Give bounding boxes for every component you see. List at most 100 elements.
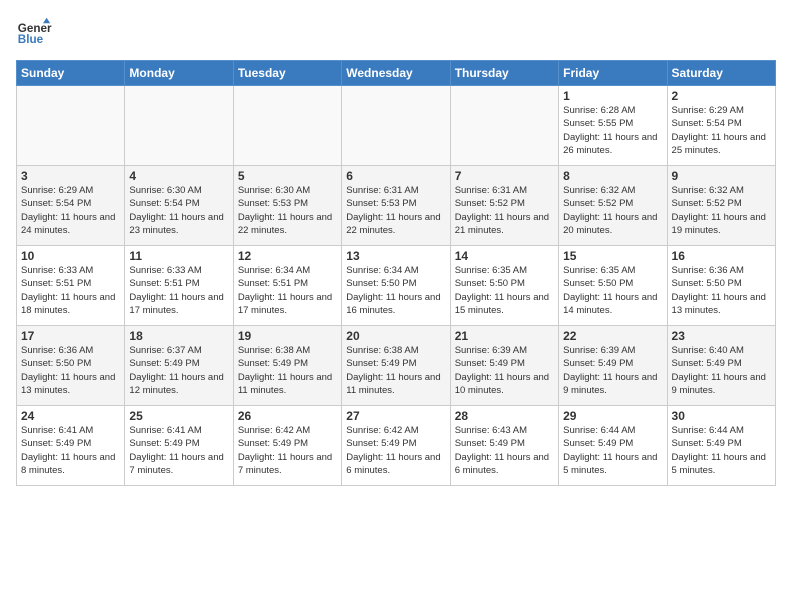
calendar-week: 1Sunrise: 6:28 AM Sunset: 5:55 PM Daylig… bbox=[17, 86, 776, 166]
weekday-header: Sunday bbox=[17, 61, 125, 86]
day-number: 4 bbox=[129, 169, 228, 183]
day-info: Sunrise: 6:42 AM Sunset: 5:49 PM Dayligh… bbox=[238, 424, 337, 477]
calendar-cell bbox=[342, 86, 450, 166]
calendar-cell: 21Sunrise: 6:39 AM Sunset: 5:49 PM Dayli… bbox=[450, 326, 558, 406]
day-info: Sunrise: 6:30 AM Sunset: 5:53 PM Dayligh… bbox=[238, 184, 337, 237]
day-number: 24 bbox=[21, 409, 120, 423]
day-info: Sunrise: 6:32 AM Sunset: 5:52 PM Dayligh… bbox=[672, 184, 771, 237]
day-number: 22 bbox=[563, 329, 662, 343]
day-info: Sunrise: 6:31 AM Sunset: 5:53 PM Dayligh… bbox=[346, 184, 445, 237]
calendar-cell: 30Sunrise: 6:44 AM Sunset: 5:49 PM Dayli… bbox=[667, 406, 775, 486]
day-info: Sunrise: 6:34 AM Sunset: 5:51 PM Dayligh… bbox=[238, 264, 337, 317]
calendar-cell: 27Sunrise: 6:42 AM Sunset: 5:49 PM Dayli… bbox=[342, 406, 450, 486]
day-number: 7 bbox=[455, 169, 554, 183]
day-info: Sunrise: 6:42 AM Sunset: 5:49 PM Dayligh… bbox=[346, 424, 445, 477]
day-number: 21 bbox=[455, 329, 554, 343]
day-info: Sunrise: 6:36 AM Sunset: 5:50 PM Dayligh… bbox=[672, 264, 771, 317]
day-info: Sunrise: 6:41 AM Sunset: 5:49 PM Dayligh… bbox=[21, 424, 120, 477]
calendar-cell: 1Sunrise: 6:28 AM Sunset: 5:55 PM Daylig… bbox=[559, 86, 667, 166]
svg-text:Blue: Blue bbox=[18, 33, 44, 46]
calendar-cell: 5Sunrise: 6:30 AM Sunset: 5:53 PM Daylig… bbox=[233, 166, 341, 246]
day-number: 17 bbox=[21, 329, 120, 343]
calendar-cell: 3Sunrise: 6:29 AM Sunset: 5:54 PM Daylig… bbox=[17, 166, 125, 246]
day-info: Sunrise: 6:29 AM Sunset: 5:54 PM Dayligh… bbox=[672, 104, 771, 157]
day-info: Sunrise: 6:39 AM Sunset: 5:49 PM Dayligh… bbox=[563, 344, 662, 397]
weekday-header: Thursday bbox=[450, 61, 558, 86]
day-number: 15 bbox=[563, 249, 662, 263]
weekday-header: Friday bbox=[559, 61, 667, 86]
day-number: 20 bbox=[346, 329, 445, 343]
day-number: 30 bbox=[672, 409, 771, 423]
calendar-cell bbox=[450, 86, 558, 166]
day-info: Sunrise: 6:40 AM Sunset: 5:49 PM Dayligh… bbox=[672, 344, 771, 397]
calendar-cell: 29Sunrise: 6:44 AM Sunset: 5:49 PM Dayli… bbox=[559, 406, 667, 486]
calendar-cell bbox=[125, 86, 233, 166]
day-number: 14 bbox=[455, 249, 554, 263]
day-info: Sunrise: 6:36 AM Sunset: 5:50 PM Dayligh… bbox=[21, 344, 120, 397]
weekday-header: Tuesday bbox=[233, 61, 341, 86]
day-number: 1 bbox=[563, 89, 662, 103]
day-number: 27 bbox=[346, 409, 445, 423]
day-number: 8 bbox=[563, 169, 662, 183]
calendar-week: 17Sunrise: 6:36 AM Sunset: 5:50 PM Dayli… bbox=[17, 326, 776, 406]
calendar-cell bbox=[17, 86, 125, 166]
calendar-cell: 15Sunrise: 6:35 AM Sunset: 5:50 PM Dayli… bbox=[559, 246, 667, 326]
day-info: Sunrise: 6:44 AM Sunset: 5:49 PM Dayligh… bbox=[672, 424, 771, 477]
calendar-cell: 12Sunrise: 6:34 AM Sunset: 5:51 PM Dayli… bbox=[233, 246, 341, 326]
calendar-cell: 11Sunrise: 6:33 AM Sunset: 5:51 PM Dayli… bbox=[125, 246, 233, 326]
calendar-cell: 24Sunrise: 6:41 AM Sunset: 5:49 PM Dayli… bbox=[17, 406, 125, 486]
day-number: 26 bbox=[238, 409, 337, 423]
calendar-week: 24Sunrise: 6:41 AM Sunset: 5:49 PM Dayli… bbox=[17, 406, 776, 486]
calendar-cell: 20Sunrise: 6:38 AM Sunset: 5:49 PM Dayli… bbox=[342, 326, 450, 406]
day-info: Sunrise: 6:33 AM Sunset: 5:51 PM Dayligh… bbox=[21, 264, 120, 317]
day-number: 18 bbox=[129, 329, 228, 343]
day-number: 10 bbox=[21, 249, 120, 263]
day-number: 9 bbox=[672, 169, 771, 183]
day-number: 29 bbox=[563, 409, 662, 423]
day-number: 12 bbox=[238, 249, 337, 263]
calendar-cell: 9Sunrise: 6:32 AM Sunset: 5:52 PM Daylig… bbox=[667, 166, 775, 246]
day-number: 13 bbox=[346, 249, 445, 263]
calendar-cell: 23Sunrise: 6:40 AM Sunset: 5:49 PM Dayli… bbox=[667, 326, 775, 406]
day-info: Sunrise: 6:32 AM Sunset: 5:52 PM Dayligh… bbox=[563, 184, 662, 237]
calendar-cell: 28Sunrise: 6:43 AM Sunset: 5:49 PM Dayli… bbox=[450, 406, 558, 486]
day-info: Sunrise: 6:28 AM Sunset: 5:55 PM Dayligh… bbox=[563, 104, 662, 157]
weekday-header: Monday bbox=[125, 61, 233, 86]
day-info: Sunrise: 6:38 AM Sunset: 5:49 PM Dayligh… bbox=[238, 344, 337, 397]
calendar-body: 1Sunrise: 6:28 AM Sunset: 5:55 PM Daylig… bbox=[17, 86, 776, 486]
day-info: Sunrise: 6:33 AM Sunset: 5:51 PM Dayligh… bbox=[129, 264, 228, 317]
logo: General Blue bbox=[16, 16, 52, 52]
page-header: General Blue bbox=[16, 16, 776, 52]
calendar-cell: 14Sunrise: 6:35 AM Sunset: 5:50 PM Dayli… bbox=[450, 246, 558, 326]
day-info: Sunrise: 6:43 AM Sunset: 5:49 PM Dayligh… bbox=[455, 424, 554, 477]
calendar-cell: 6Sunrise: 6:31 AM Sunset: 5:53 PM Daylig… bbox=[342, 166, 450, 246]
weekday-header: Saturday bbox=[667, 61, 775, 86]
day-number: 25 bbox=[129, 409, 228, 423]
day-info: Sunrise: 6:38 AM Sunset: 5:49 PM Dayligh… bbox=[346, 344, 445, 397]
calendar-cell: 13Sunrise: 6:34 AM Sunset: 5:50 PM Dayli… bbox=[342, 246, 450, 326]
calendar-week: 10Sunrise: 6:33 AM Sunset: 5:51 PM Dayli… bbox=[17, 246, 776, 326]
day-info: Sunrise: 6:34 AM Sunset: 5:50 PM Dayligh… bbox=[346, 264, 445, 317]
logo-icon: General Blue bbox=[16, 16, 52, 52]
calendar-cell: 4Sunrise: 6:30 AM Sunset: 5:54 PM Daylig… bbox=[125, 166, 233, 246]
day-info: Sunrise: 6:44 AM Sunset: 5:49 PM Dayligh… bbox=[563, 424, 662, 477]
day-number: 3 bbox=[21, 169, 120, 183]
calendar-cell: 17Sunrise: 6:36 AM Sunset: 5:50 PM Dayli… bbox=[17, 326, 125, 406]
calendar-table: SundayMondayTuesdayWednesdayThursdayFrid… bbox=[16, 60, 776, 486]
day-number: 11 bbox=[129, 249, 228, 263]
weekday-header: Wednesday bbox=[342, 61, 450, 86]
calendar-cell: 22Sunrise: 6:39 AM Sunset: 5:49 PM Dayli… bbox=[559, 326, 667, 406]
day-info: Sunrise: 6:37 AM Sunset: 5:49 PM Dayligh… bbox=[129, 344, 228, 397]
calendar-cell: 16Sunrise: 6:36 AM Sunset: 5:50 PM Dayli… bbox=[667, 246, 775, 326]
day-info: Sunrise: 6:41 AM Sunset: 5:49 PM Dayligh… bbox=[129, 424, 228, 477]
day-number: 2 bbox=[672, 89, 771, 103]
day-info: Sunrise: 6:35 AM Sunset: 5:50 PM Dayligh… bbox=[563, 264, 662, 317]
calendar-cell: 2Sunrise: 6:29 AM Sunset: 5:54 PM Daylig… bbox=[667, 86, 775, 166]
day-info: Sunrise: 6:30 AM Sunset: 5:54 PM Dayligh… bbox=[129, 184, 228, 237]
day-info: Sunrise: 6:29 AM Sunset: 5:54 PM Dayligh… bbox=[21, 184, 120, 237]
calendar-cell: 26Sunrise: 6:42 AM Sunset: 5:49 PM Dayli… bbox=[233, 406, 341, 486]
day-number: 5 bbox=[238, 169, 337, 183]
day-number: 16 bbox=[672, 249, 771, 263]
day-info: Sunrise: 6:35 AM Sunset: 5:50 PM Dayligh… bbox=[455, 264, 554, 317]
day-info: Sunrise: 6:39 AM Sunset: 5:49 PM Dayligh… bbox=[455, 344, 554, 397]
